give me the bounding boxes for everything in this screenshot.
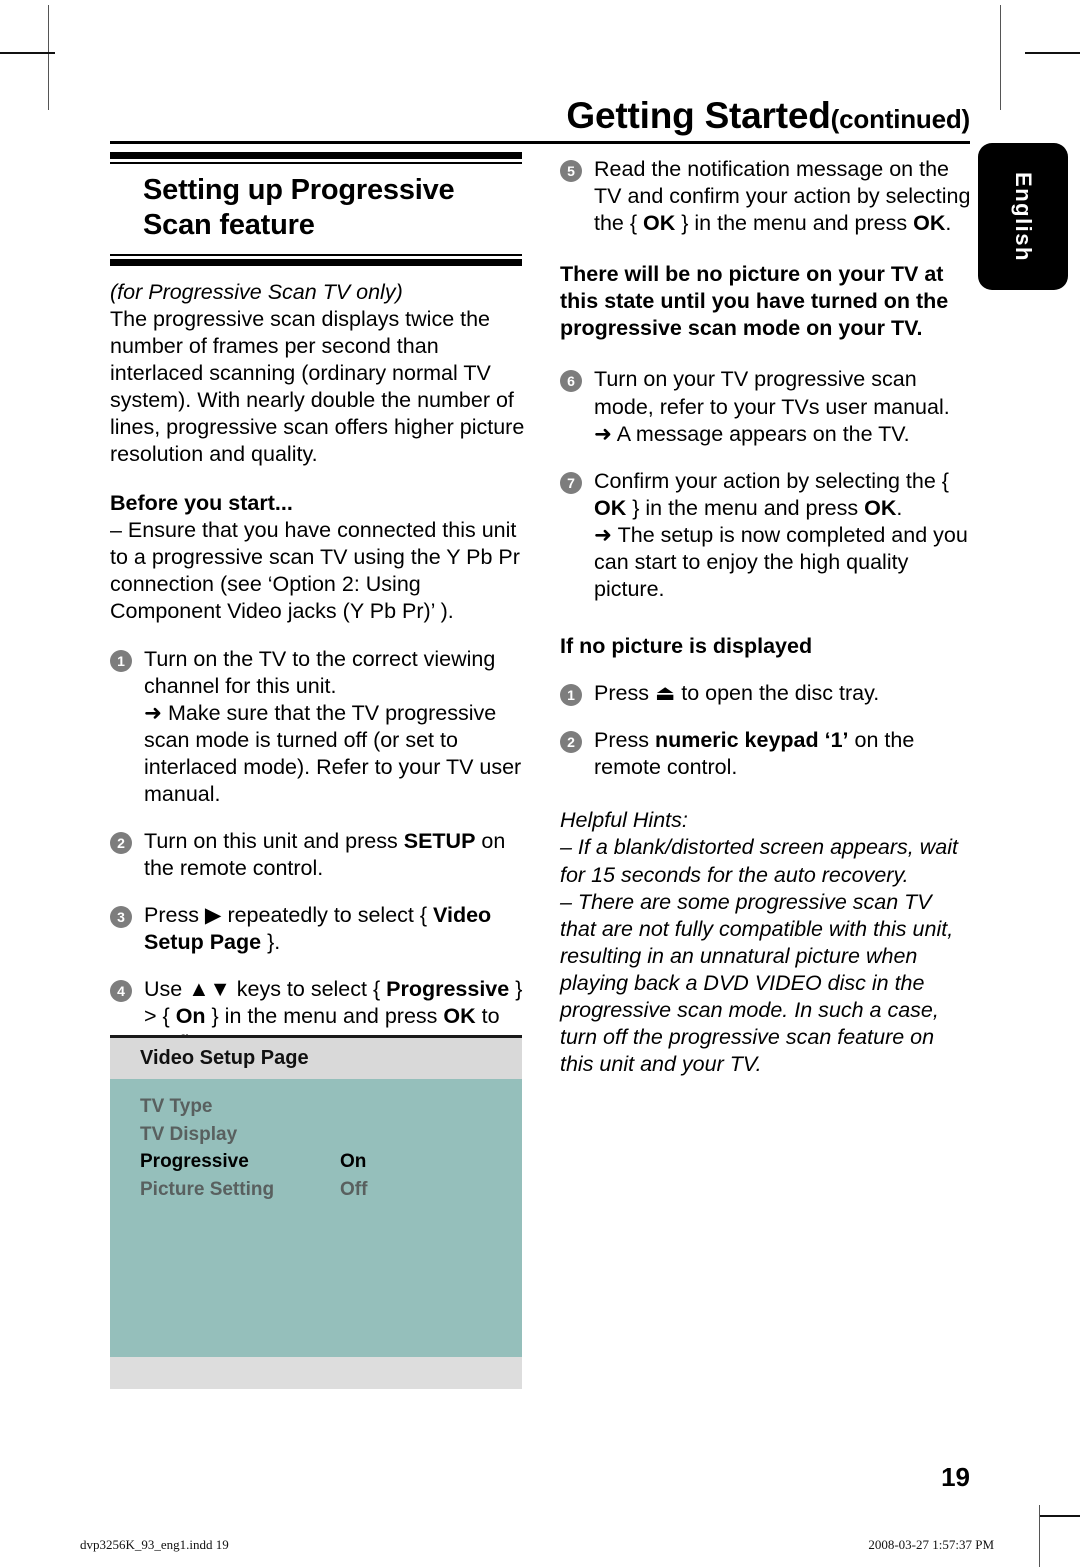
- eject-icon: ⏏: [654, 681, 676, 707]
- step-5-keyword-ok-press: OK: [913, 211, 946, 236]
- osd-row-picture-setting[interactable]: Picture Setting Off: [140, 1176, 522, 1204]
- osd-value: Off: [340, 1178, 368, 1200]
- no-picture-heading: If no picture is displayed: [560, 634, 813, 659]
- step-7-text-end: .: [896, 495, 903, 520]
- osd-value: On: [340, 1151, 367, 1173]
- step-4-keyword-progressive: Progressive: [386, 977, 510, 1002]
- footer-file-name: dvp3256K_93_eng1.indd 19: [80, 1537, 229, 1552]
- step-number-badge: 2: [110, 832, 132, 854]
- left-column: Setting up Progressive Scan feature (for…: [110, 152, 530, 1058]
- step-4-text-mid2: } in the menu and press: [205, 1004, 444, 1029]
- no-picture-step-2-text-pre: Press: [594, 728, 655, 753]
- osd-footer-bar: [110, 1357, 522, 1389]
- step-1: 1 Turn on the TV to the correct viewing …: [110, 646, 530, 808]
- language-tab: English: [978, 143, 1068, 290]
- step-3-text-pre: Press ▶ repeatedly to select {: [144, 903, 434, 928]
- helpful-hints-heading: Helpful Hints:: [560, 808, 688, 833]
- step-number-badge: 1: [560, 684, 582, 707]
- step-number-badge: 5: [560, 160, 582, 182]
- step-7-text-pre: Confirm your action by selecting the {: [594, 468, 949, 493]
- osd-menu-list: TV Type TV Display Progressive On Pictur…: [110, 1079, 522, 1357]
- step-6-note: ➜ A message appears on the TV.: [594, 421, 910, 446]
- step-6-text: Turn on your TV progressive scan mode, r…: [594, 367, 950, 419]
- crop-mark-bottom-right-horizontal: [1040, 1515, 1080, 1517]
- step-5: 5 Read the notification message on the TV…: [560, 156, 972, 237]
- step-2-keyword: SETUP: [403, 829, 476, 853]
- step-3-text-post: }.: [261, 930, 281, 955]
- step-4-text-pre: Use ▲▼ keys to select {: [144, 977, 387, 1002]
- step-7-note: ➜ The setup is now completed and you can…: [594, 522, 968, 602]
- step-number-badge: 3: [110, 906, 132, 929]
- step-2: 2 Turn on this unit and press SETUP on th…: [110, 828, 530, 882]
- page-title: Getting Started(continued): [110, 95, 970, 137]
- language-tab-label: English: [1011, 171, 1036, 262]
- video-setup-page-screenshot: Video Setup Page TV Type TV Display Prog…: [110, 1035, 522, 1389]
- step-3: 3 Press ▶ repeatedly to select { Video Se…: [110, 902, 530, 956]
- osd-row-tv-type[interactable]: TV Type: [140, 1093, 522, 1121]
- step-number-badge: 2: [560, 731, 582, 754]
- step-1-note: ➜ Make sure that the TV progressive scan…: [144, 700, 522, 806]
- step-number-badge: 6: [560, 370, 582, 393]
- step-number-badge: 4: [110, 980, 132, 1003]
- section-subtitle: (for Progressive Scan TV only): [110, 279, 403, 304]
- osd-row-tv-display[interactable]: TV Display: [140, 1121, 522, 1149]
- step-number-badge: 1: [110, 649, 132, 672]
- step-2-text-pre: Turn on this unit and press: [144, 829, 404, 853]
- step-5-text-post: } in the menu and press: [675, 211, 914, 236]
- no-picture-step-1-text-post: to open the disc tray.: [675, 681, 880, 706]
- crop-mark-top-left-horizontal: [0, 52, 55, 54]
- no-picture-step-1-text-pre: Press: [594, 681, 655, 706]
- section-rule-top: [110, 152, 522, 164]
- osd-label: Picture Setting: [140, 1178, 275, 1200]
- step-4-keyword-on: On: [175, 1004, 206, 1029]
- step-4-keyword-ok: OK: [443, 1004, 476, 1029]
- crop-mark-top-left-vertical: [48, 5, 49, 110]
- step-5-text-end: .: [945, 211, 952, 236]
- step-1-text: Turn on the TV to the correct viewing ch…: [144, 646, 496, 698]
- before-you-start-heading: Before you start...: [110, 491, 293, 516]
- section-title: Setting up Progressive Scan feature: [143, 174, 455, 241]
- step-number-badge: 7: [560, 471, 582, 494]
- no-picture-step-2-keyword: numeric keypad ‘1’: [654, 728, 849, 753]
- page-title-main: Getting Started: [566, 95, 831, 136]
- title-underline-rule: [110, 141, 970, 144]
- osd-row-progressive[interactable]: Progressive On: [140, 1148, 522, 1176]
- warning-notice: There will be no picture on your TV at t…: [560, 262, 949, 341]
- step-5-keyword-ok-menu: OK: [643, 211, 676, 236]
- step-6: 6 Turn on your TV progressive scan mode,…: [560, 366, 972, 447]
- crop-mark-top-right-vertical: [1000, 5, 1001, 110]
- section-rule-bottom: [110, 253, 522, 266]
- right-column: 5 Read the notification message on the TV…: [560, 152, 972, 1078]
- no-picture-step-1: 1 Press ⏏ to open the disc tray.: [560, 680, 972, 707]
- footer-timestamp: 2008-03-27 1:57:37 PM: [868, 1537, 994, 1552]
- page-title-continued: (continued): [830, 104, 971, 134]
- osd-header-title: Video Setup Page: [110, 1038, 522, 1079]
- step-7: 7 Confirm your action by selecting the { …: [560, 468, 972, 603]
- page-number: 19: [941, 1462, 970, 1492]
- step-7-keyword-ok-menu: OK: [594, 495, 627, 520]
- helpful-hint-1: – If a blank/distorted screen appears, w…: [560, 835, 958, 887]
- step-7-text-post: } in the menu and press: [626, 495, 865, 520]
- crop-mark-top-right-horizontal: [1025, 52, 1080, 54]
- no-picture-step-2: 2 Press numeric keypad ‘1’ on the remote …: [560, 727, 972, 781]
- step-7-keyword-ok-press: OK: [864, 495, 897, 520]
- osd-label: TV Display: [140, 1123, 238, 1145]
- osd-label: TV Type: [140, 1096, 213, 1117]
- before-you-start-item: – Ensure that you have connected this un…: [110, 518, 520, 624]
- intro-paragraph: The progressive scan displays twice the …: [110, 306, 525, 467]
- helpful-hint-2: – There are some progressive scan TV tha…: [560, 889, 954, 1077]
- osd-label: Progressive: [140, 1151, 249, 1173]
